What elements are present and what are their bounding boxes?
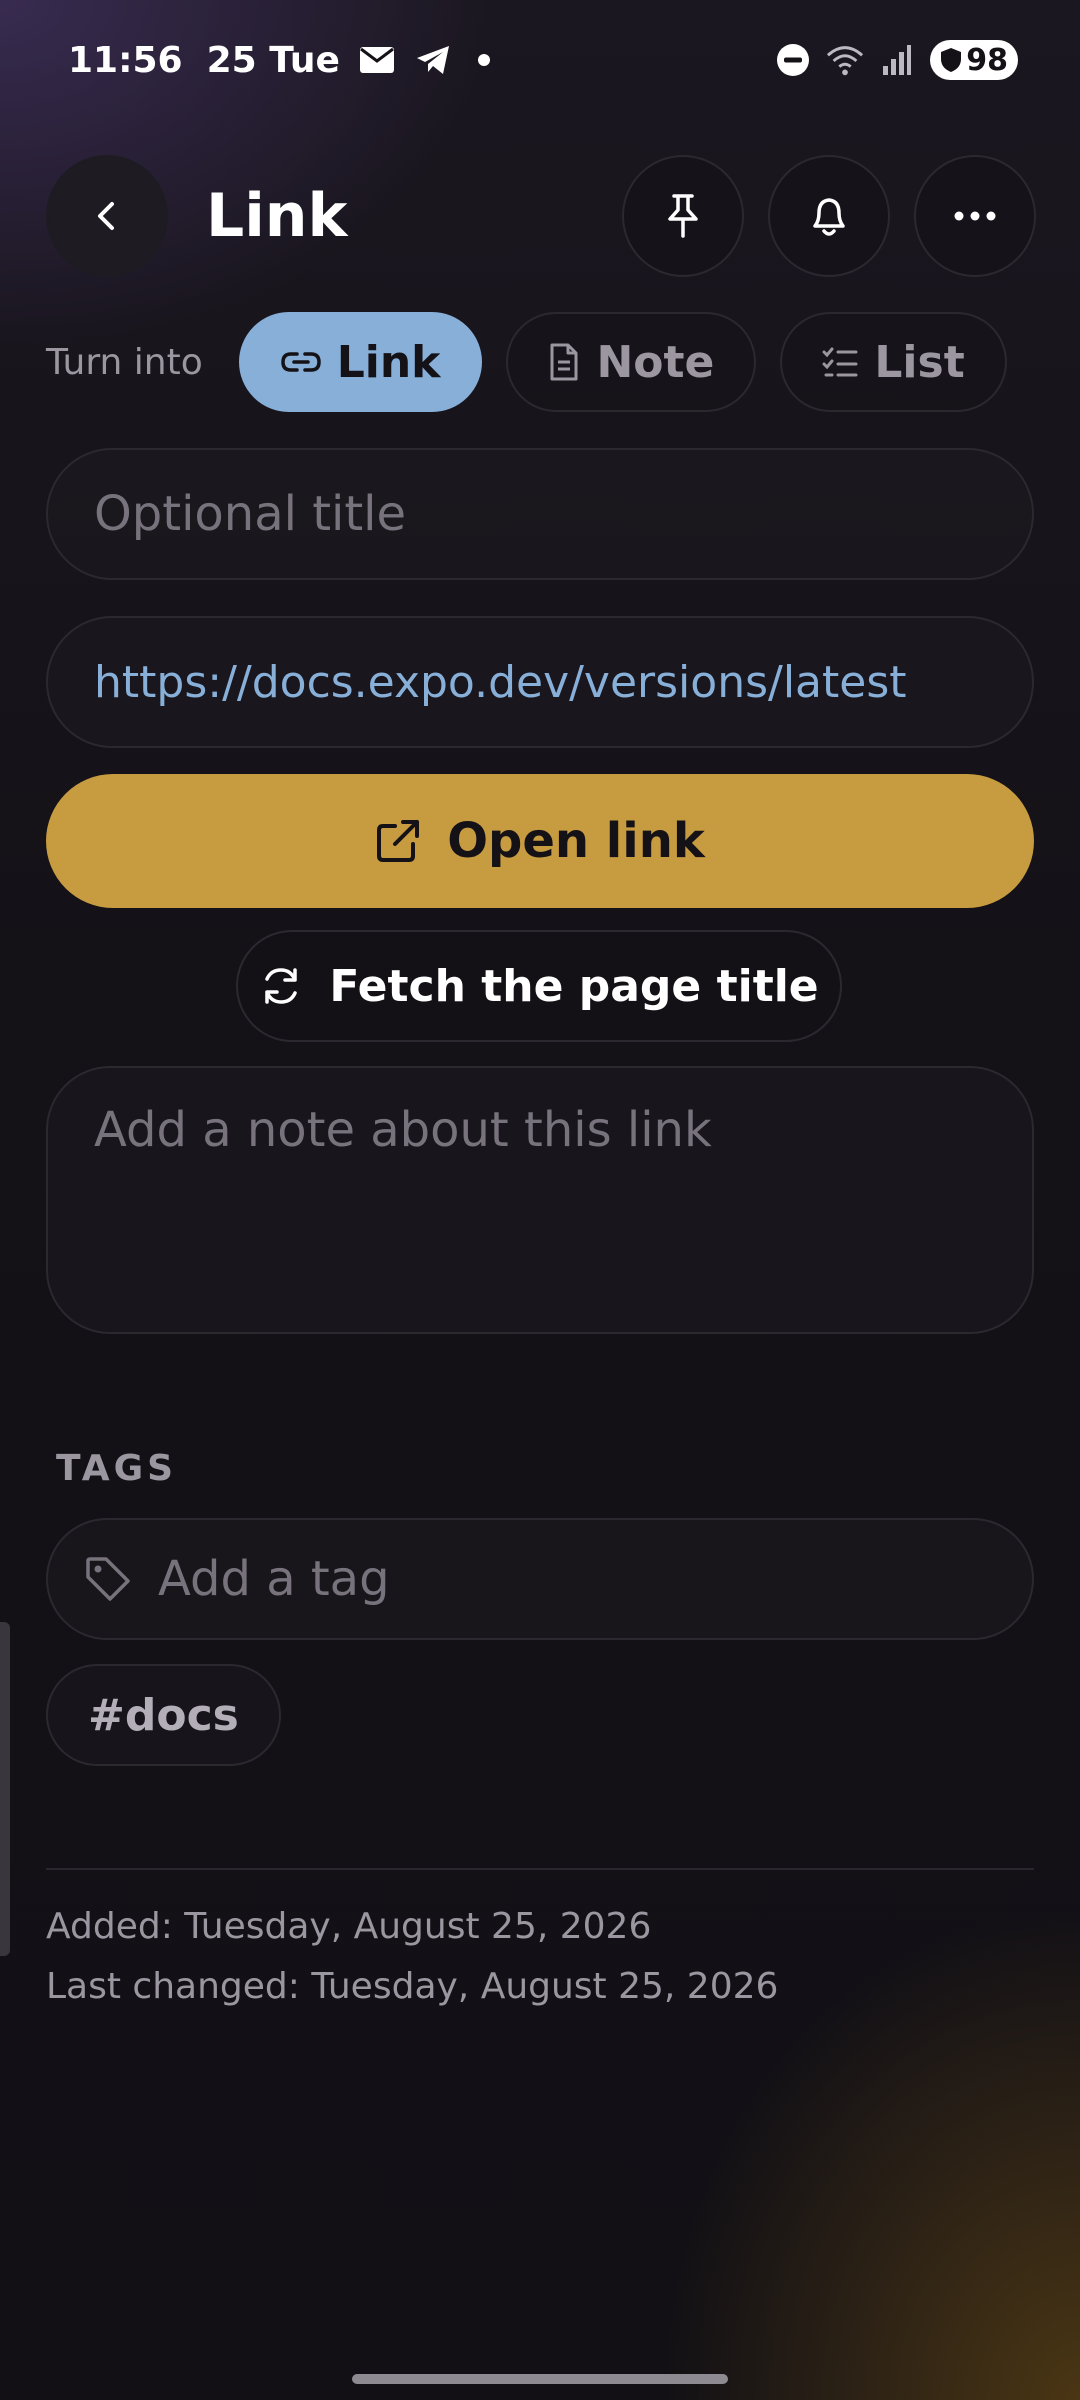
url-field[interactable]: https://docs.expo.dev/versions/latest [46,616,1034,748]
turn-into-label: Turn into [46,341,203,383]
battery-level: 98 [966,42,1008,78]
back-button[interactable] [46,155,168,277]
shield-icon [941,48,962,72]
refresh-icon [265,968,298,1004]
divider [46,1868,1034,1870]
note-placeholder: Add a note about this link [94,1102,712,1158]
tag-chip-label: #docs [88,1689,239,1741]
reminder-button[interactable] [768,155,890,277]
tag-input[interactable]: Add a tag [46,1518,1034,1640]
note-icon [550,343,578,381]
turn-into-row: Turn into Link Note List [46,312,1036,412]
header-actions [622,155,1036,277]
status-left: 11:56 25 Tue [68,40,490,81]
tag-input-placeholder: Add a tag [158,1551,390,1607]
turn-into-note-chip[interactable]: Note [506,312,757,412]
more-button[interactable] [914,155,1036,277]
status-date: 25 Tue [206,39,340,81]
turn-into-note-label: Note [596,336,715,388]
notification-dot-icon [477,54,490,66]
note-textarea[interactable]: Add a note about this link [46,1066,1034,1334]
turn-into-list-label: List [874,336,965,388]
fetch-title-label: Fetch the page title [329,960,819,1012]
title-input[interactable] [94,486,986,542]
status-right: 98 [774,40,1018,80]
title-field[interactable] [46,448,1034,580]
link-icon [280,352,321,372]
home-indicator[interactable] [352,2374,728,2384]
external-link-icon [377,820,420,862]
page-title: Link [206,181,348,251]
side-drawer-handle[interactable] [0,1622,10,1956]
last-changed-date: Last changed: Tuesday, August 25, 2026 [46,1966,779,2007]
turn-into-list-chip[interactable]: List [780,312,1007,412]
signal-icon [878,41,916,79]
dnd-icon [774,41,812,79]
screen: 11:56 25 Tue 98 Link Turn into Link Note… [0,0,1080,2400]
battery-indicator: 98 [930,40,1018,80]
wifi-icon [826,41,864,79]
open-link-button[interactable]: Open link [46,774,1034,908]
bell-icon [813,198,845,236]
tags-heading: TAGS [56,1448,178,1489]
pin-button[interactable] [622,155,744,277]
turn-into-link-label: Link [336,336,441,388]
status-time: 11:56 [68,39,183,81]
checklist-icon [822,347,858,377]
fetch-title-button[interactable]: Fetch the page title [236,930,842,1042]
url-value[interactable]: https://docs.expo.dev/versions/latest [94,657,907,708]
tag-chip-docs[interactable]: #docs [46,1664,281,1766]
open-link-label: Open link [447,813,705,869]
more-icon [954,211,996,221]
pin-icon [668,194,698,238]
tag-icon [86,1557,130,1601]
added-date: Added: Tuesday, August 25, 2026 [46,1906,652,1947]
status-bar: 11:56 25 Tue 98 [0,0,1080,120]
chevron-left-icon [98,202,114,230]
telegram-icon [414,41,452,79]
mail-icon [358,41,396,79]
header: Link [46,154,1036,278]
turn-into-link-chip[interactable]: Link [238,312,483,412]
